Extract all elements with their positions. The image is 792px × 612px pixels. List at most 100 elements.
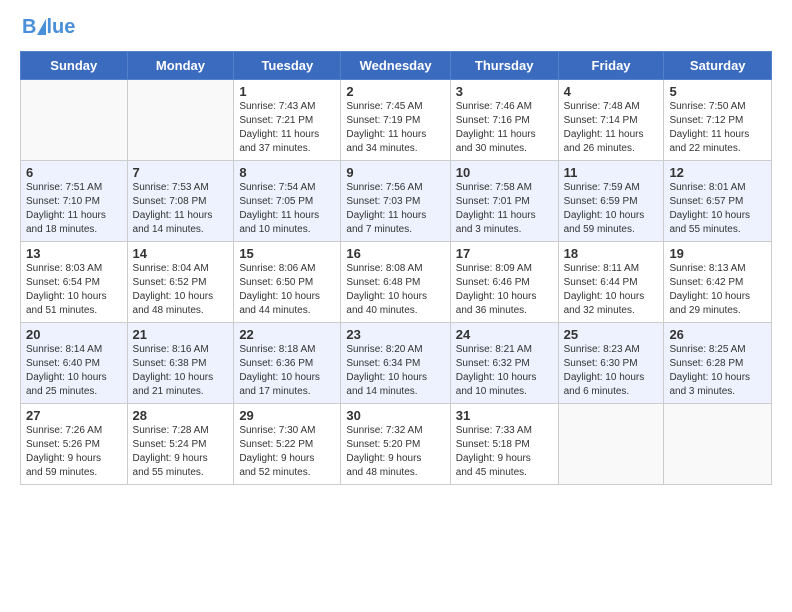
day-info: Sunrise: 8:13 AMSunset: 6:42 PMDaylight:… [669,262,766,318]
sunrise-text: Sunrise: 8:16 AM [133,343,229,357]
daylight-text: Daylight: 11 hours [456,128,553,142]
calendar-week-row: 1Sunrise: 7:43 AMSunset: 7:21 PMDaylight… [21,80,772,161]
sunrise-text: Sunrise: 7:56 AM [346,181,444,195]
daylight-text-cont: and 29 minutes. [669,304,766,318]
day-number: 1 [239,84,335,99]
calendar-day-cell: 3Sunrise: 7:46 AMSunset: 7:16 PMDaylight… [450,80,558,161]
sunset-text: Sunset: 5:20 PM [346,438,444,452]
day-number: 20 [26,327,122,342]
daylight-text: Daylight: 10 hours [564,290,659,304]
daylight-text: Daylight: 10 hours [26,371,122,385]
calendar-week-row: 20Sunrise: 8:14 AMSunset: 6:40 PMDayligh… [21,323,772,404]
day-info: Sunrise: 7:30 AMSunset: 5:22 PMDaylight:… [239,424,335,480]
daylight-text-cont: and 21 minutes. [133,385,229,399]
day-info: Sunrise: 7:28 AMSunset: 5:24 PMDaylight:… [133,424,229,480]
page: B lue SundayMondayTuesdayWednesdayThursd… [0,0,792,501]
sunrise-text: Sunrise: 8:01 AM [669,181,766,195]
sunset-text: Sunset: 5:24 PM [133,438,229,452]
day-number: 25 [564,327,659,342]
daylight-text: Daylight: 11 hours [456,209,553,223]
daylight-text-cont: and 51 minutes. [26,304,122,318]
day-number: 5 [669,84,766,99]
day-info: Sunrise: 7:58 AMSunset: 7:01 PMDaylight:… [456,181,553,237]
day-number: 18 [564,246,659,261]
day-number: 7 [133,165,229,180]
daylight-text: Daylight: 11 hours [564,128,659,142]
sunset-text: Sunset: 7:21 PM [239,114,335,128]
day-number: 4 [564,84,659,99]
calendar-day-cell: 14Sunrise: 8:04 AMSunset: 6:52 PMDayligh… [127,242,234,323]
day-number: 8 [239,165,335,180]
daylight-text-cont: and 6 minutes. [564,385,659,399]
day-number: 26 [669,327,766,342]
sunset-text: Sunset: 7:19 PM [346,114,444,128]
sunrise-text: Sunrise: 7:26 AM [26,424,122,438]
sunrise-text: Sunrise: 8:06 AM [239,262,335,276]
sunrise-text: Sunrise: 7:54 AM [239,181,335,195]
sunset-text: Sunset: 7:08 PM [133,195,229,209]
day-info: Sunrise: 8:18 AMSunset: 6:36 PMDaylight:… [239,343,335,399]
day-number: 9 [346,165,444,180]
daylight-text-cont: and 48 minutes. [346,466,444,480]
day-info: Sunrise: 8:04 AMSunset: 6:52 PMDaylight:… [133,262,229,318]
sunrise-text: Sunrise: 7:32 AM [346,424,444,438]
daylight-text: Daylight: 10 hours [346,371,444,385]
day-info: Sunrise: 7:45 AMSunset: 7:19 PMDaylight:… [346,100,444,156]
day-info: Sunrise: 7:48 AMSunset: 7:14 PMDaylight:… [564,100,659,156]
sunset-text: Sunset: 6:57 PM [669,195,766,209]
day-number: 23 [346,327,444,342]
daylight-text-cont: and 44 minutes. [239,304,335,318]
daylight-text-cont: and 36 minutes. [456,304,553,318]
weekday-header-cell: Tuesday [234,52,341,80]
sunset-text: Sunset: 6:46 PM [456,276,553,290]
daylight-text-cont: and 7 minutes. [346,223,444,237]
daylight-text: Daylight: 11 hours [346,128,444,142]
day-info: Sunrise: 8:03 AMSunset: 6:54 PMDaylight:… [26,262,122,318]
daylight-text-cont: and 17 minutes. [239,385,335,399]
daylight-text: Daylight: 10 hours [564,209,659,223]
logo-blue-text: B [22,16,36,39]
daylight-text-cont: and 55 minutes. [669,223,766,237]
daylight-text: Daylight: 11 hours [133,209,229,223]
calendar-day-cell: 24Sunrise: 8:21 AMSunset: 6:32 PMDayligh… [450,323,558,404]
daylight-text-cont: and 48 minutes. [133,304,229,318]
sunrise-text: Sunrise: 7:45 AM [346,100,444,114]
day-info: Sunrise: 8:23 AMSunset: 6:30 PMDaylight:… [564,343,659,399]
weekday-header-cell: Wednesday [341,52,450,80]
sunrise-text: Sunrise: 8:18 AM [239,343,335,357]
sunrise-text: Sunrise: 7:58 AM [456,181,553,195]
sunrise-text: Sunrise: 8:21 AM [456,343,553,357]
daylight-text-cont: and 55 minutes. [133,466,229,480]
daylight-text: Daylight: 9 hours [456,452,553,466]
calendar-day-cell: 15Sunrise: 8:06 AMSunset: 6:50 PMDayligh… [234,242,341,323]
daylight-text-cont: and 32 minutes. [564,304,659,318]
weekday-header-cell: Thursday [450,52,558,80]
sunset-text: Sunset: 6:44 PM [564,276,659,290]
daylight-text: Daylight: 10 hours [26,290,122,304]
sunrise-text: Sunrise: 8:08 AM [346,262,444,276]
day-number: 3 [456,84,553,99]
day-info: Sunrise: 7:50 AMSunset: 7:12 PMDaylight:… [669,100,766,156]
calendar-day-cell: 17Sunrise: 8:09 AMSunset: 6:46 PMDayligh… [450,242,558,323]
sunset-text: Sunset: 7:12 PM [669,114,766,128]
calendar-day-cell [664,404,772,485]
calendar-body: 1Sunrise: 7:43 AMSunset: 7:21 PMDaylight… [21,80,772,485]
day-info: Sunrise: 7:26 AMSunset: 5:26 PMDaylight:… [26,424,122,480]
daylight-text: Daylight: 11 hours [346,209,444,223]
sunrise-text: Sunrise: 7:28 AM [133,424,229,438]
day-number: 15 [239,246,335,261]
day-info: Sunrise: 7:46 AMSunset: 7:16 PMDaylight:… [456,100,553,156]
day-info: Sunrise: 8:06 AMSunset: 6:50 PMDaylight:… [239,262,335,318]
daylight-text-cont: and 3 minutes. [456,223,553,237]
daylight-text: Daylight: 9 hours [26,452,122,466]
calendar-week-row: 6Sunrise: 7:51 AMSunset: 7:10 PMDaylight… [21,161,772,242]
day-number: 13 [26,246,122,261]
calendar-week-row: 13Sunrise: 8:03 AMSunset: 6:54 PMDayligh… [21,242,772,323]
calendar-day-cell: 9Sunrise: 7:56 AMSunset: 7:03 PMDaylight… [341,161,450,242]
day-info: Sunrise: 8:09 AMSunset: 6:46 PMDaylight:… [456,262,553,318]
sunset-text: Sunset: 6:40 PM [26,357,122,371]
weekday-header-cell: Friday [558,52,664,80]
sunset-text: Sunset: 6:28 PM [669,357,766,371]
day-number: 29 [239,408,335,423]
calendar-day-cell: 28Sunrise: 7:28 AMSunset: 5:24 PMDayligh… [127,404,234,485]
